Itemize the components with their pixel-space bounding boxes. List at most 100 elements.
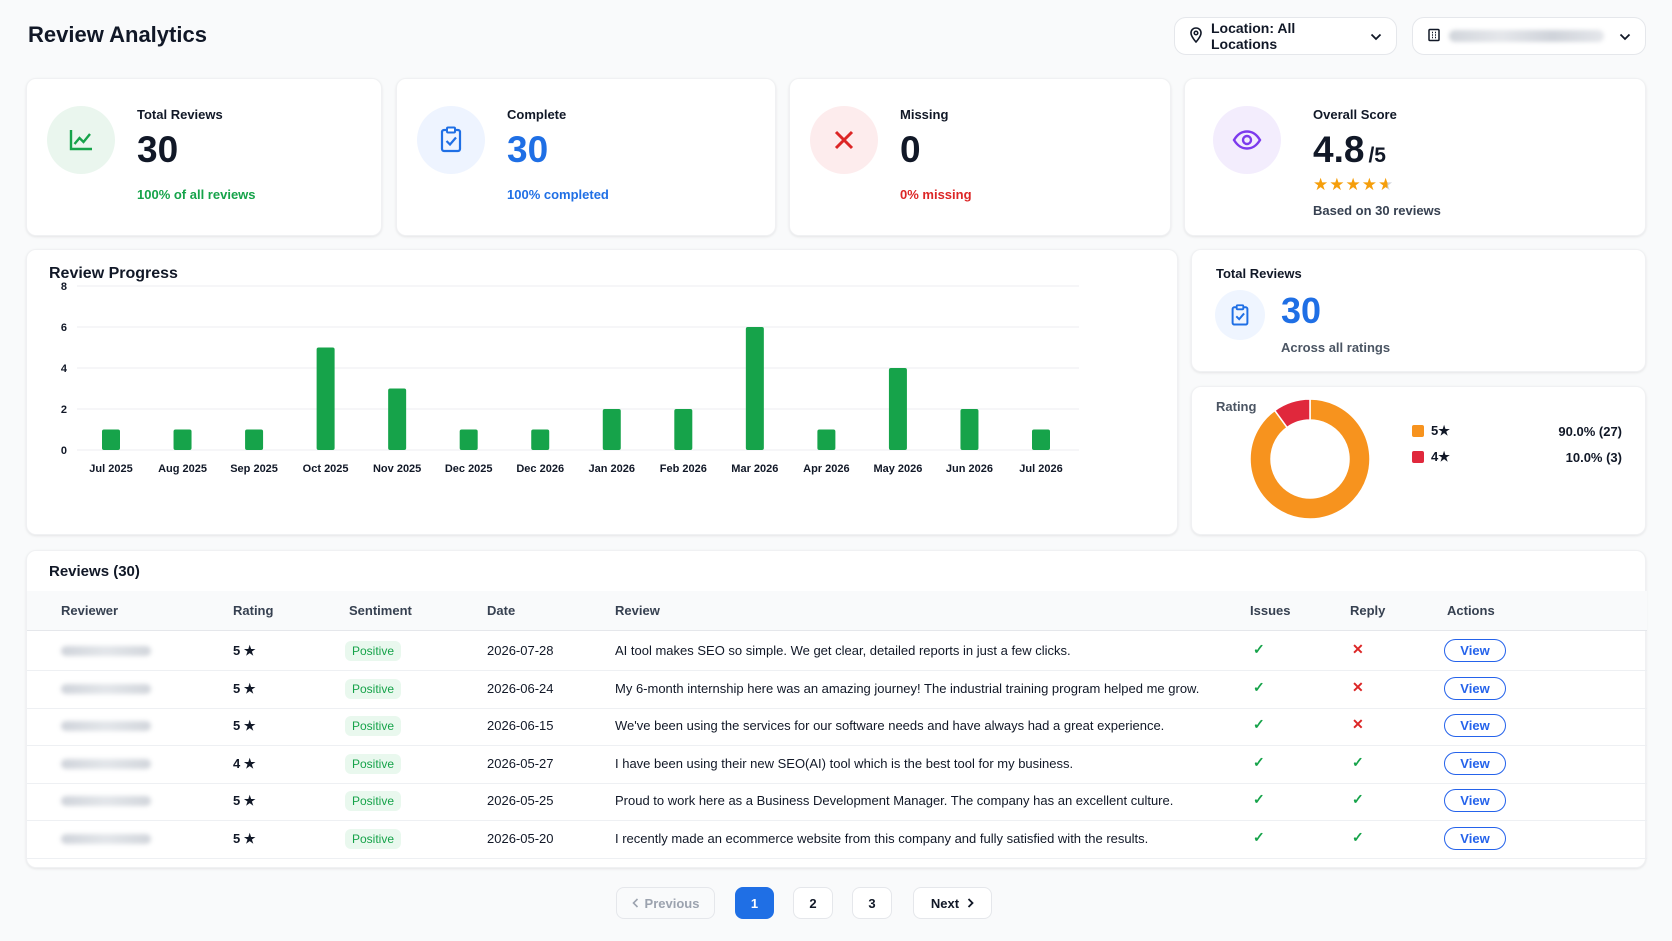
page-1-button[interactable]: 1 — [735, 887, 774, 919]
based-on-text: Based on 30 reviews — [1313, 203, 1441, 218]
x-tick-label: May 2026 — [873, 463, 922, 475]
kpi-label: Overall Score — [1313, 107, 1397, 122]
table-row: 5 ★ Positive 2026-06-15 We've been using th… — [27, 706, 1647, 746]
sentiment-badge: Positive — [345, 828, 402, 849]
col-issues[interactable]: Issues — [1250, 603, 1290, 618]
page-2-button[interactable]: 2 — [793, 887, 833, 919]
kpi-value: 0 — [900, 129, 921, 170]
review-text-cell: I have been using their new SEO(AI) tool… — [615, 755, 1074, 771]
kpi-overall-score: Overall Score 4.8 /5 ★★★★★ Based on 30 r… — [1184, 78, 1646, 236]
y-tick-label: 4 — [61, 363, 68, 375]
full-stars: ★★★★ — [1313, 175, 1378, 194]
sentiment-badge: Positive — [345, 753, 402, 774]
view-review-button[interactable]: View — [1444, 676, 1506, 700]
reviewer-name-redacted — [61, 721, 151, 731]
bar[interactable] — [388, 388, 407, 451]
x-icon — [810, 106, 878, 174]
issues-status-icon: ✓ — [1253, 753, 1265, 770]
x-tick-label: Sep 2025 — [230, 463, 278, 475]
col-actions: Actions — [1447, 603, 1495, 618]
col-date[interactable]: Date — [487, 603, 515, 618]
page-title: Review Analytics — [28, 22, 207, 47]
bar[interactable] — [459, 429, 478, 451]
next-page-button[interactable]: Next — [913, 887, 992, 919]
x-tick-label: Jan 2026 — [589, 463, 635, 475]
chevron-down-icon — [1619, 28, 1631, 44]
col-sentiment[interactable]: Sentiment — [349, 603, 412, 618]
issues-status-icon: ✓ — [1253, 678, 1265, 695]
kpi-value: 30 — [137, 129, 179, 170]
bar[interactable] — [888, 368, 907, 450]
rating-cell: 5 ★ — [233, 793, 256, 808]
kpi-subtext: 0% missing — [900, 187, 972, 202]
table-row: 5 ★ Positive 2026-06-24 My 6-month internsh… — [27, 669, 1647, 709]
bar[interactable] — [531, 429, 550, 451]
partial-star: ★ — [1377, 175, 1395, 194]
bar[interactable] — [602, 409, 621, 450]
table-row: 5 ★ Positive 2026-07-28 AI tool makes SEO s… — [27, 631, 1647, 671]
view-review-button[interactable]: View — [1444, 826, 1506, 850]
bar[interactable] — [102, 429, 120, 451]
view-review-button[interactable]: View — [1444, 639, 1506, 662]
previous-label: Previous — [644, 895, 700, 911]
col-review[interactable]: Review — [615, 603, 660, 618]
x-tick-label: Jun 2026 — [946, 463, 993, 475]
bar[interactable] — [245, 429, 264, 451]
legend-swatch — [1412, 425, 1424, 437]
bar[interactable] — [316, 347, 335, 451]
view-review-button[interactable]: View — [1444, 789, 1506, 812]
legend-item-5-star: 5★ 90.0% (27) — [1412, 423, 1622, 439]
reviewer-name-redacted — [61, 796, 151, 806]
bar[interactable] — [745, 327, 764, 450]
x-tick-label: Mar 2026 — [731, 463, 778, 475]
bar[interactable] — [1032, 429, 1050, 451]
reply-status-icon: ✕ — [1352, 641, 1364, 657]
view-review-button[interactable]: View — [1444, 714, 1506, 737]
bar[interactable] — [173, 429, 192, 451]
location-label: Location: All Locations — [1211, 20, 1296, 52]
table-row: 4 ★ Positive 2026-05-27 I have been using t… — [27, 744, 1647, 784]
table-row: 5 ★ Positive 2026-05-20 I recently made an … — [27, 819, 1647, 859]
sentiment-badge: Positive — [345, 791, 402, 811]
bar[interactable] — [960, 409, 979, 450]
table-header: Reviewer Rating Sentiment Date Review Is… — [27, 591, 1647, 631]
kpi-total-reviews: Total Reviews 30 100% of all reviews — [26, 78, 382, 236]
trend-chart-icon — [47, 106, 115, 174]
eye-icon — [1213, 106, 1281, 174]
score-suffix: /5 — [1368, 144, 1386, 167]
sentiment-badge: Positive — [345, 716, 402, 736]
x-tick-label: Dec 2025 — [445, 463, 493, 475]
company-dropdown[interactable] — [1412, 17, 1646, 55]
chevron-right-icon — [967, 896, 974, 911]
total-reviews-value: 30 — [1281, 290, 1322, 331]
issues-status-icon: ✓ — [1253, 716, 1265, 732]
reply-status-icon: ✓ — [1352, 828, 1364, 845]
legend-swatch — [1412, 451, 1424, 463]
previous-page-button[interactable]: Previous — [616, 887, 715, 919]
x-tick-label: Feb 2026 — [660, 463, 707, 475]
col-reply[interactable]: Reply — [1350, 603, 1385, 618]
kpi-label: Total Reviews — [137, 107, 223, 122]
star-rating: ★★★★★ — [1313, 175, 1394, 195]
review-progress-card: Review Progress 0 2 4 6 8 Jul 2025 Aug 2025 Sep… — [26, 249, 1178, 535]
reply-status-icon: ✓ — [1352, 753, 1364, 770]
map-pin-icon — [1189, 26, 1203, 46]
page-3-button[interactable]: 3 — [852, 887, 892, 919]
view-review-button[interactable]: View — [1444, 751, 1506, 775]
col-rating[interactable]: Rating — [233, 603, 273, 618]
sentiment-badge: Positive — [345, 641, 402, 661]
issues-status-icon: ✓ — [1253, 828, 1265, 845]
col-reviewer[interactable]: Reviewer — [61, 603, 118, 618]
date-cell: 2026-05-20 — [487, 830, 554, 846]
reply-status-icon: ✓ — [1352, 791, 1364, 807]
y-tick-label: 8 — [61, 281, 67, 293]
clipboard-check-icon — [417, 106, 485, 174]
kpi-subtext: 100% completed — [507, 187, 609, 202]
bar[interactable] — [817, 429, 836, 451]
table-row: 5 ★ Positive 2026-05-25 Proud to work here … — [27, 781, 1647, 821]
reply-status-icon: ✕ — [1352, 716, 1364, 732]
bar[interactable] — [674, 409, 693, 450]
reviewer-name-redacted — [61, 683, 151, 694]
kpi-value: 30 — [507, 129, 549, 170]
location-dropdown[interactable]: Location: All Locations — [1174, 17, 1397, 55]
